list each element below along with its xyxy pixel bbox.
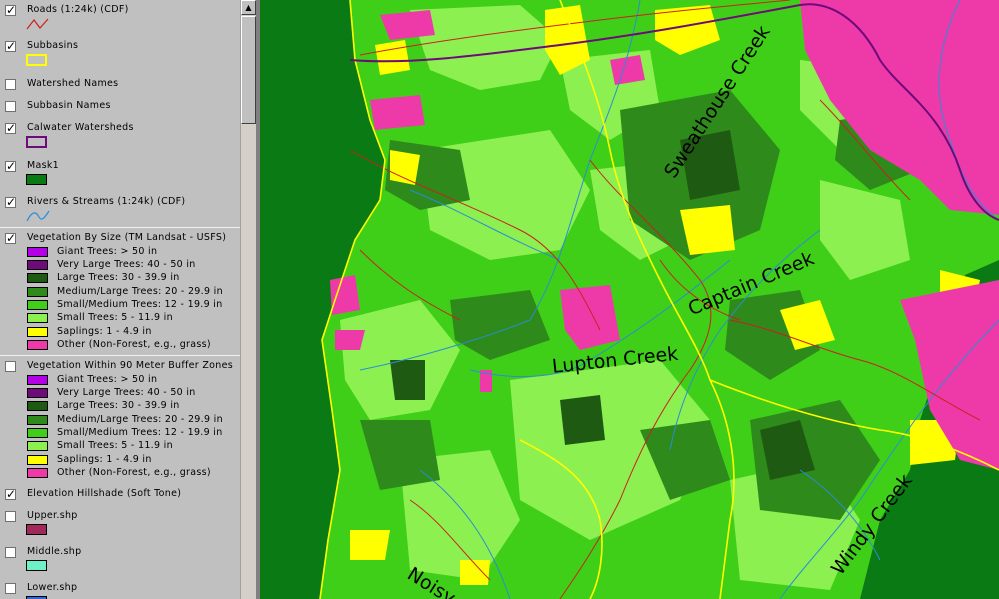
veg-swatch: [27, 313, 48, 323]
layer-vegetation-buffer-checkbox[interactable]: [5, 361, 16, 372]
layer-rivers-streams-checkbox[interactable]: [5, 197, 16, 208]
layer-vegetation-buffer-name: Vegetation Within 90 Meter Buffer Zones: [27, 360, 233, 371]
layer-vegetation-by-size-checkbox[interactable]: [5, 233, 16, 244]
layer-watershed-names-checkbox[interactable]: [5, 79, 16, 90]
layer-watershed-names-name: Watershed Names: [27, 78, 119, 89]
veg-class-label: Very Large Trees: 40 - 50 in: [57, 259, 196, 270]
layer-subbasin-names-checkbox[interactable]: [5, 101, 16, 112]
veg-swatch: [27, 273, 48, 283]
veg-class-label: Giant Trees: > 50 in: [57, 246, 158, 257]
veg-class-label: Small Trees: 5 - 11.9 in: [57, 312, 173, 323]
purple-outline-symbol: [26, 136, 47, 148]
veg-class-label: Small/Medium Trees: 12 - 19.9 in: [57, 299, 223, 310]
layer-subbasins-name: Subbasins: [27, 40, 79, 51]
veg-class-label: Very Large Trees: 40 - 50 in: [57, 387, 196, 398]
map-view[interactable]: Sweathouse Creek Captain Creek Lupton Cr…: [260, 0, 999, 599]
veg-class-label: Medium/Large Trees: 20 - 29.9 in: [57, 286, 223, 297]
veg-swatch: [27, 260, 48, 270]
layer-mask1-name: Mask1: [27, 160, 60, 171]
layer-elevation-hillshade-name: Elevation Hillshade (Soft Tone): [27, 488, 182, 499]
veg-swatch: [27, 340, 48, 350]
veg-swatch: [27, 327, 48, 337]
veg-swatch: [27, 287, 48, 297]
veg-class-label: Small/Medium Trees: 12 - 19.9 in: [57, 427, 223, 438]
layer-vegetation-by-size-name: Vegetation By Size (TM Landsat - USFS): [27, 232, 227, 243]
layer-middle-shp-checkbox[interactable]: [5, 547, 16, 558]
layer-lower-shp-name: Lower.shp: [27, 582, 78, 593]
layer-subbasins-checkbox[interactable]: [5, 41, 16, 52]
veg-swatch: [27, 300, 48, 310]
scroll-up-arrow-icon[interactable]: ▲: [241, 0, 256, 15]
legend-divider: [0, 355, 240, 356]
layer-lower-shp-checkbox[interactable]: [5, 583, 16, 594]
stream-line-symbol: [26, 210, 50, 222]
layer-rivers-streams-name: Rivers & Streams (1:24k) (CDF): [27, 196, 186, 207]
veg-swatch: [27, 415, 48, 425]
layer-upper-shp-checkbox[interactable]: [5, 511, 16, 522]
layer-mask1-checkbox[interactable]: [5, 161, 16, 172]
layer-roads-checkbox[interactable]: [5, 5, 16, 16]
veg-class-label: Medium/Large Trees: 20 - 29.9 in: [57, 414, 223, 425]
yellow-outline-symbol: [26, 54, 47, 66]
legend-divider: [0, 227, 240, 228]
veg-swatch: [27, 441, 48, 451]
veg-swatch: [27, 247, 48, 257]
veg-swatch: [27, 428, 48, 438]
veg-class-label: Other (Non-Forest, e.g., grass): [57, 467, 211, 478]
legend-scrollbar[interactable]: ▲: [240, 0, 256, 599]
veg-swatch: [27, 388, 48, 398]
veg-swatch: [27, 455, 48, 465]
layer-calwater-watersheds-name: Calwater Watersheds: [27, 122, 134, 133]
maroon-fill-symbol: [26, 524, 47, 535]
layer-middle-shp-name: Middle.shp: [27, 546, 82, 557]
veg-class-label: Other (Non-Forest, e.g., grass): [57, 339, 211, 350]
layer-calwater-watersheds-checkbox[interactable]: [5, 123, 16, 134]
table-of-contents-panel: Roads (1:24k) (CDF) Subbasins Watershed …: [0, 0, 240, 599]
scroll-thumb[interactable]: [241, 16, 256, 124]
layer-upper-shp-name: Upper.shp: [27, 510, 78, 521]
veg-class-label: Giant Trees: > 50 in: [57, 374, 158, 385]
veg-class-label: Small Trees: 5 - 11.9 in: [57, 440, 173, 451]
layer-roads-name: Roads (1:24k) (CDF): [27, 4, 129, 15]
veg-class-label: Saplings: 1 - 4.9 in: [57, 326, 152, 337]
veg-class-label: Large Trees: 30 - 39.9 in: [57, 272, 180, 283]
veg-swatch: [27, 401, 48, 411]
layer-subbasin-names-name: Subbasin Names: [27, 100, 111, 111]
veg-class-label: Large Trees: 30 - 39.9 in: [57, 400, 180, 411]
veg-class-label: Saplings: 1 - 4.9 in: [57, 454, 152, 465]
road-line-symbol: [26, 18, 49, 30]
aqua-fill-symbol: [26, 560, 47, 571]
veg-swatch: [27, 468, 48, 478]
green-fill-symbol: [26, 174, 47, 185]
veg-swatch: [27, 375, 48, 385]
layer-elevation-hillshade-checkbox[interactable]: [5, 489, 16, 500]
